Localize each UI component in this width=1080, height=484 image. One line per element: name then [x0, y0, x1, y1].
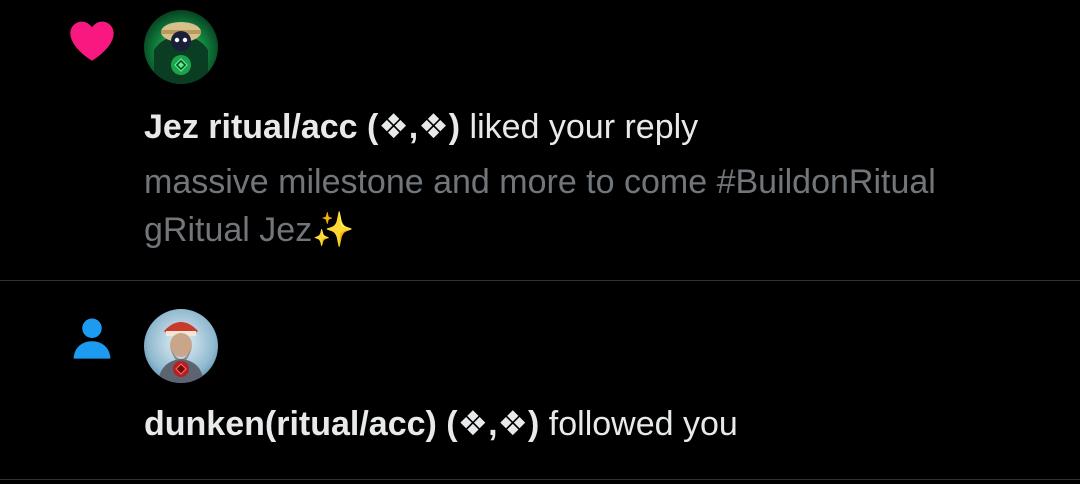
avatar[interactable] [144, 10, 218, 84]
snippet-line: gRitual Jez✨ [144, 206, 1064, 254]
user-name-link[interactable]: dunken(ritual/acc) (❖,❖) [144, 405, 539, 443]
notification-headline: dunken(ritual/acc) (❖,❖) followed you [144, 403, 738, 445]
action-text: liked your reply [469, 108, 699, 146]
notification-like[interactable]: Jez ritual/acc (❖,❖) liked your reply ma… [0, 0, 1080, 281]
person-icon [66, 312, 118, 364]
user-name-link[interactable]: Jez ritual/acc (❖,❖) [144, 108, 460, 146]
avatar[interactable] [144, 309, 218, 383]
reply-snippet[interactable]: massive milestone and more to come #Buil… [144, 158, 1064, 254]
sparkles-emoji: ✨ [312, 211, 355, 249]
notification-follow[interactable]: dunken(ritual/acc) (❖,❖) followed you [0, 282, 1080, 480]
snippet-text: gRitual Jez [144, 211, 313, 249]
heart-icon [66, 14, 118, 66]
notification-headline: Jez ritual/acc (❖,❖) liked your reply [144, 106, 698, 148]
snippet-line: massive milestone and more to come #Buil… [144, 163, 936, 201]
action-text: followed you [548, 405, 738, 443]
